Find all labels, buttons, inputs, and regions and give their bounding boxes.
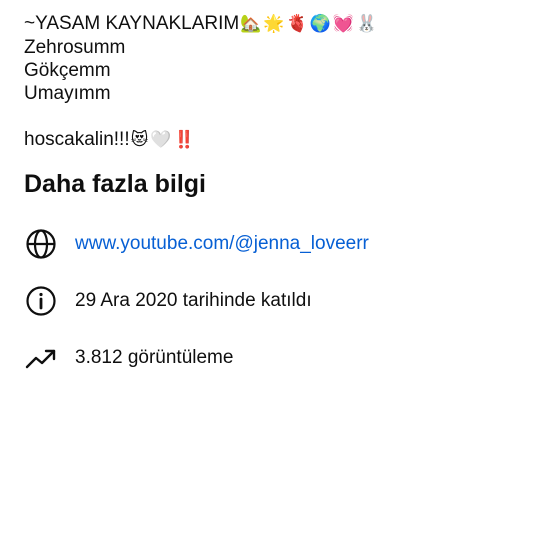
more-info-list: www.youtube.com/@jenna_loveerr 29 Ara 20… (24, 215, 536, 386)
description-line: ~YASAM KAYNAKLARIM🏡🌟🫀🌍💓🐰 (24, 12, 536, 36)
info-row-joined: 29 Ara 2020 tarihinde katıldı (24, 272, 536, 329)
description-line: Gökçemm (24, 59, 536, 82)
view-count: 3.812 görüntüleme (75, 346, 234, 368)
description-line-text: hoscakalin!!! (24, 129, 130, 150)
description-blank-line (24, 105, 536, 128)
joined-date: 29 Ara 2020 tarihinde katıldı (75, 289, 312, 311)
description-line-text: Gökçemm (24, 60, 111, 81)
description-line: hoscakalin!!!😻🤍‼️ (24, 128, 536, 152)
description-line: Zehrosumm (24, 36, 536, 59)
globe-icon (24, 227, 58, 261)
description-line-text: Zehrosumm (24, 37, 126, 58)
description-line-text: Umayımm (24, 83, 111, 104)
channel-description: ~YASAM KAYNAKLARIM🏡🌟🫀🌍💓🐰 Zehrosumm Gökçe… (24, 12, 536, 152)
more-info-title: Daha fazla bilgi (24, 170, 206, 198)
info-icon (24, 284, 58, 318)
channel-about-panel: ~YASAM KAYNAKLARIM🏡🌟🫀🌍💓🐰 Zehrosumm Gökçe… (0, 0, 560, 560)
description-emojis: 🏡🌟🫀🌍💓🐰 (240, 14, 380, 34)
description-line-text: ~YASAM KAYNAKLARIM (24, 13, 240, 34)
description-emojis: 😻🤍‼️ (130, 130, 197, 150)
trending-up-icon (24, 341, 58, 375)
channel-link[interactable]: www.youtube.com/@jenna_loveerr (75, 232, 369, 256)
info-row-views: 3.812 görüntüleme (24, 329, 536, 386)
description-line: Umayımm (24, 82, 536, 105)
info-row-link: www.youtube.com/@jenna_loveerr (24, 215, 536, 272)
